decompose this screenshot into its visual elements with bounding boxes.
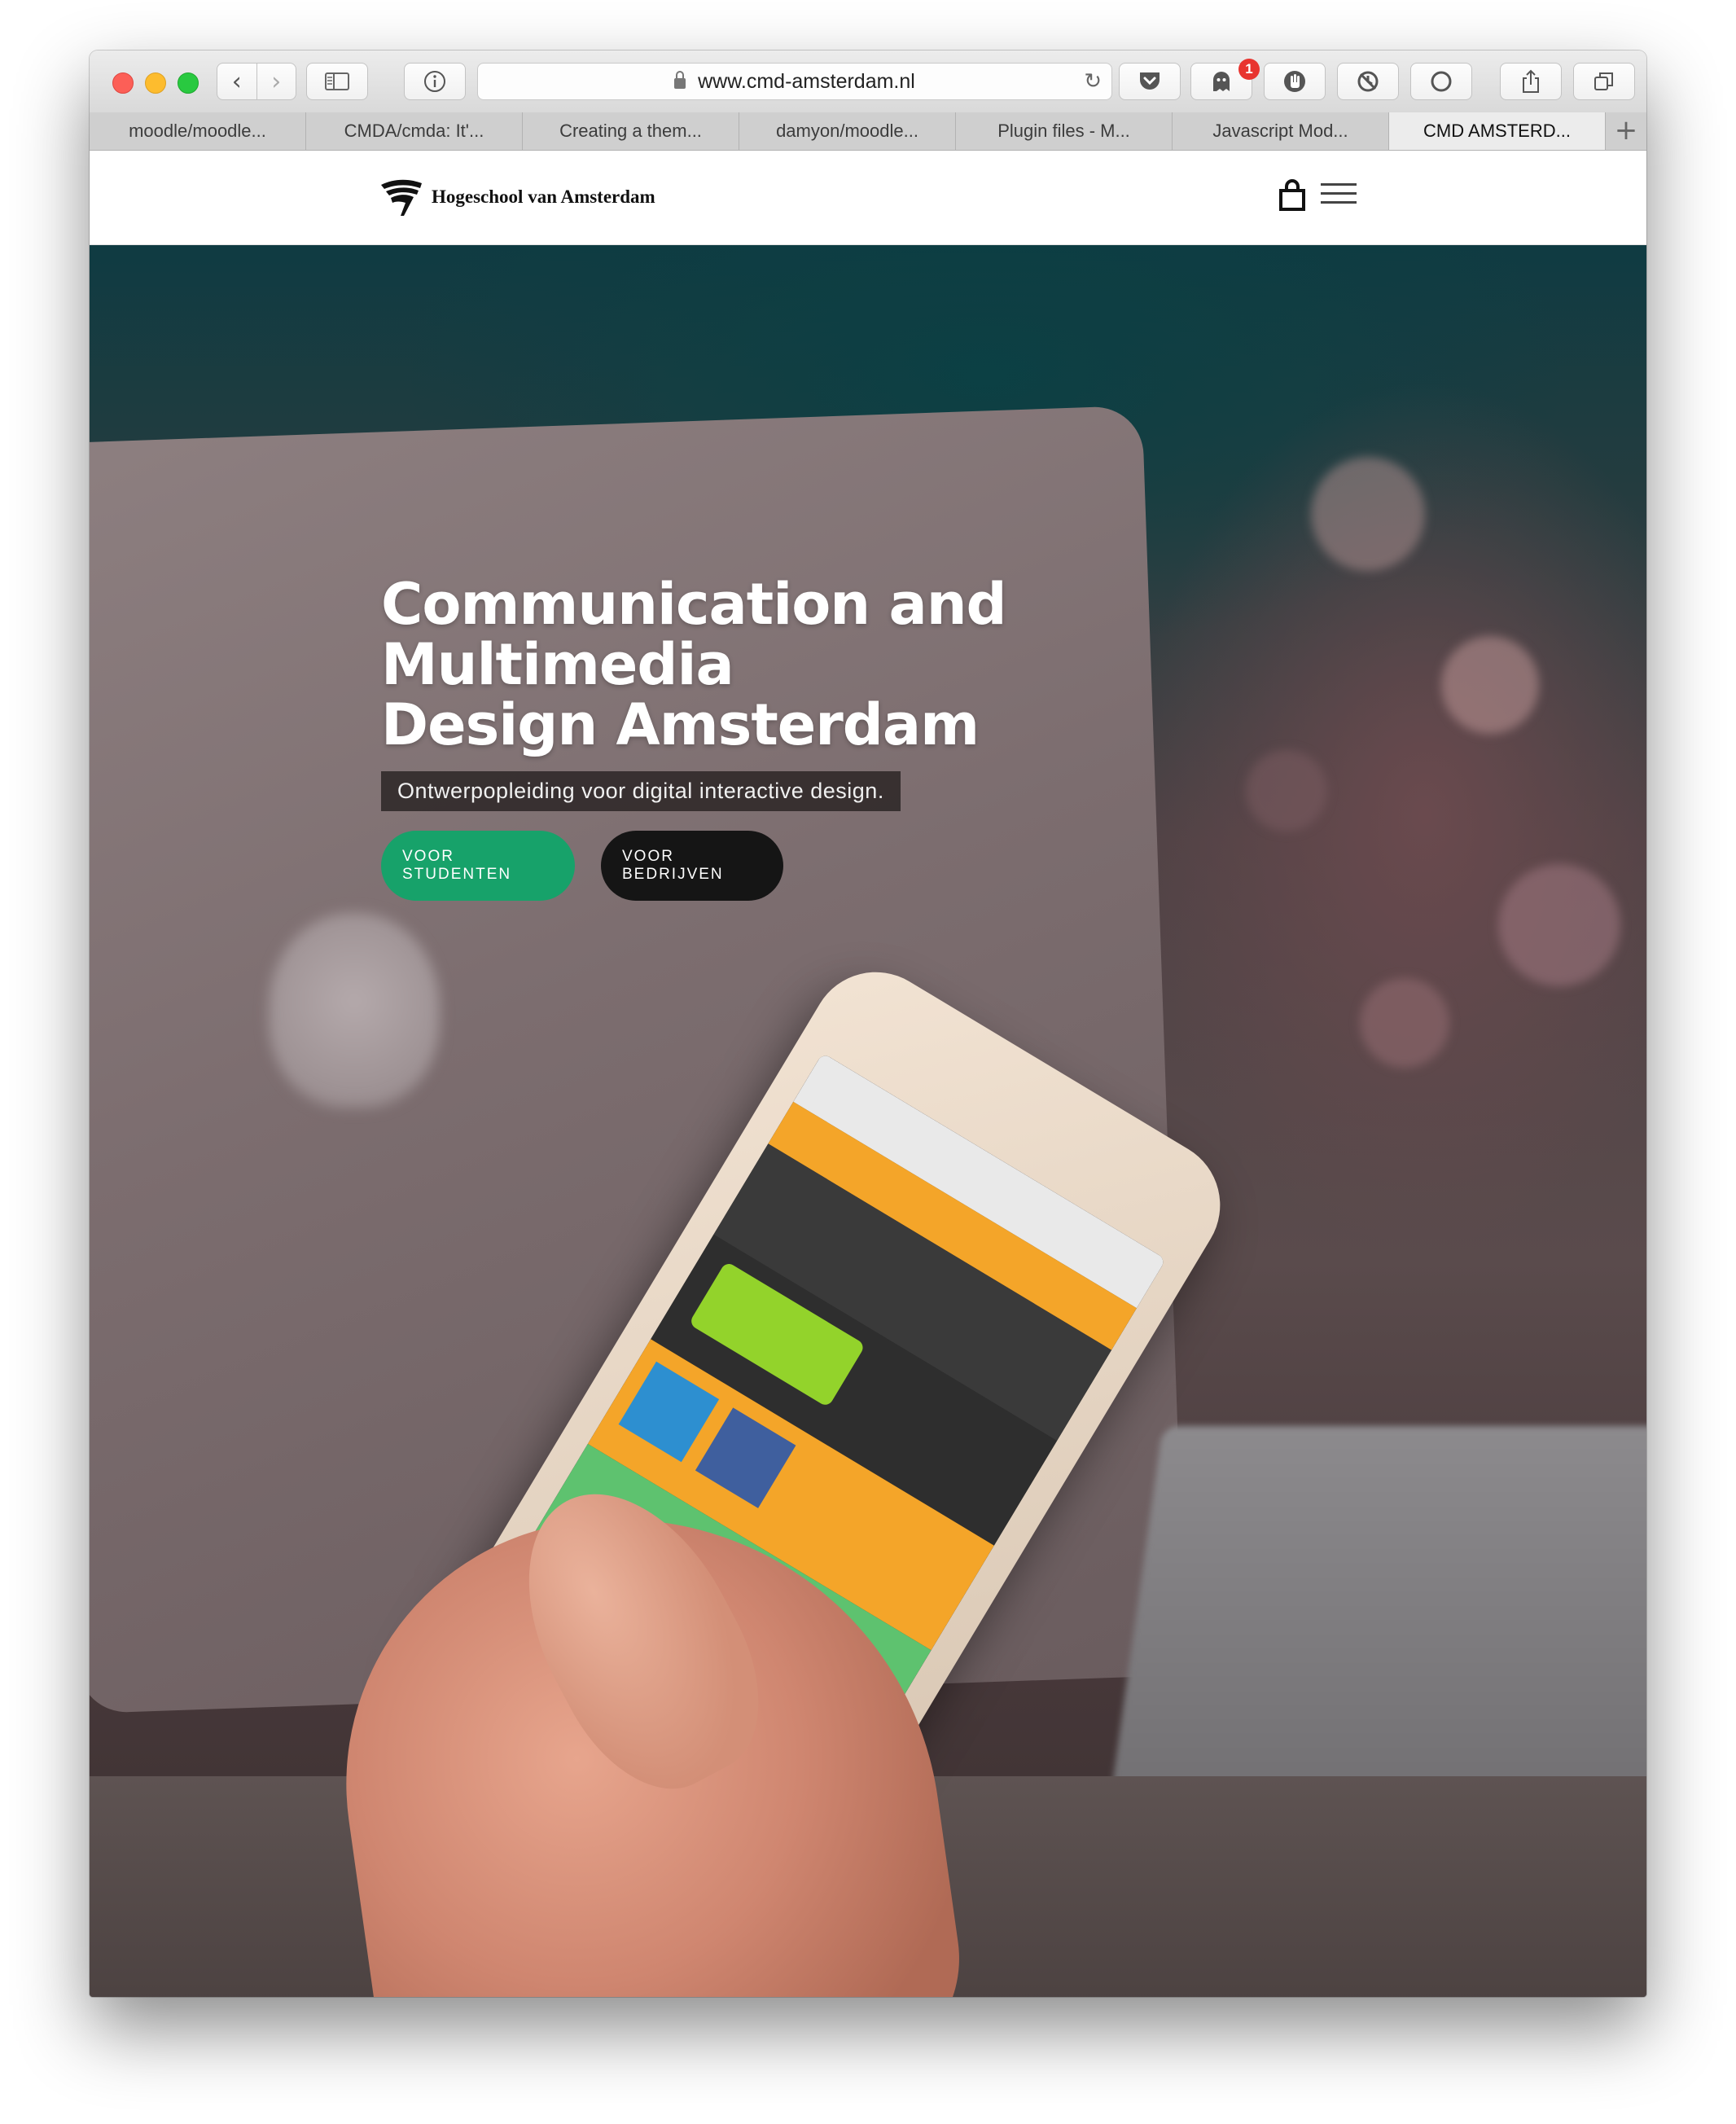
hand-icon <box>1284 71 1305 92</box>
show-tabs-button[interactable] <box>1573 63 1635 100</box>
tab-moodle[interactable]: moodle/moodle... <box>90 112 306 150</box>
pocket-button[interactable] <box>1119 63 1181 100</box>
share-icon <box>1523 69 1539 93</box>
tab-damyon-moodle[interactable]: damyon/moodle... <box>739 112 956 150</box>
hero-subtitle: Ontwerpopleiding voor digital interactiv… <box>381 771 901 811</box>
bokeh-light <box>1498 864 1620 986</box>
minimize-window-button[interactable] <box>145 72 166 94</box>
circle-extension-button[interactable] <box>1410 63 1472 100</box>
hamburger-menu-icon[interactable] <box>1321 183 1357 210</box>
tab-bar: moodle/moodle... CMDA/cmda: It'... Creat… <box>90 112 1646 151</box>
sidebar-icon <box>325 72 349 90</box>
shopping-bag-icon[interactable] <box>1278 179 1306 216</box>
bokeh-light <box>1360 978 1449 1068</box>
browser-toolbar: ‹ › www.cmd-amsterdam.nl ↻ 1 <box>90 50 1646 113</box>
notification-badge: 1 <box>1238 59 1260 80</box>
close-window-button[interactable] <box>112 72 134 94</box>
tab-creating-theme[interactable]: Creating a them... <box>523 112 739 150</box>
site-header: Hogeschool van Amsterdam <box>90 151 1646 245</box>
bokeh-light <box>1311 457 1425 571</box>
zoom-window-button[interactable] <box>178 72 199 94</box>
share-button[interactable] <box>1500 63 1562 100</box>
tab-plugin-files[interactable]: Plugin files - M... <box>956 112 1173 150</box>
new-tab-icon[interactable]: + <box>1606 112 1646 150</box>
sync-icon <box>1357 71 1379 92</box>
sidebar-toggle-button[interactable] <box>306 63 368 100</box>
tab-javascript-modules[interactable]: Javascript Mod... <box>1173 112 1389 150</box>
tab-cmd-amsterdam[interactable]: CMD AMSTERD... <box>1389 112 1606 150</box>
hva-logo[interactable]: Hogeschool van Amsterdam <box>379 177 655 217</box>
tab-cmda[interactable]: CMDA/cmda: It'... <box>306 112 523 150</box>
privacy-extension-button[interactable] <box>1264 63 1326 100</box>
tabs-overview-icon <box>1594 72 1613 90</box>
hero-buttons: VOOR STUDENTEN VOOR BEDRIJVEN <box>381 831 1358 901</box>
sync-extension-button[interactable] <box>1337 63 1399 100</box>
hero-section: Communication and Multimedia Design Amst… <box>90 245 1646 1997</box>
logo-text: Hogeschool van Amsterdam <box>432 187 655 207</box>
navigation-buttons: ‹ › <box>217 63 296 100</box>
pocket-icon <box>1140 72 1160 90</box>
hero-title-line2: Design Amsterdam <box>381 691 980 758</box>
apple-logo-blur <box>269 913 440 1108</box>
hero-content: Communication and Multimedia Design Amst… <box>381 574 1358 901</box>
hva-logo-icon <box>381 179 422 216</box>
browser-window: ‹ › www.cmd-amsterdam.nl ↻ 1 moodle/mood… <box>90 50 1646 1997</box>
reload-icon[interactable]: ↻ <box>1084 64 1102 99</box>
circle-icon <box>1431 71 1452 92</box>
back-icon[interactable]: ‹ <box>217 64 256 99</box>
bokeh-light <box>1441 636 1539 734</box>
site-info-button[interactable] <box>404 63 466 100</box>
lock-icon <box>674 71 686 89</box>
ghost-icon <box>1213 72 1230 91</box>
info-icon <box>424 71 445 92</box>
companies-button[interactable]: VOOR BEDRIJVEN <box>601 831 783 901</box>
url-text: www.cmd-amsterdam.nl <box>698 70 915 93</box>
forward-icon[interactable]: › <box>256 64 296 99</box>
hero-title-line1: Communication and Multimedia <box>381 571 1007 698</box>
students-button[interactable]: VOOR STUDENTEN <box>381 831 575 901</box>
hero-title: Communication and Multimedia Design Amst… <box>381 574 1358 755</box>
address-bar[interactable]: www.cmd-amsterdam.nl ↻ <box>477 63 1112 100</box>
